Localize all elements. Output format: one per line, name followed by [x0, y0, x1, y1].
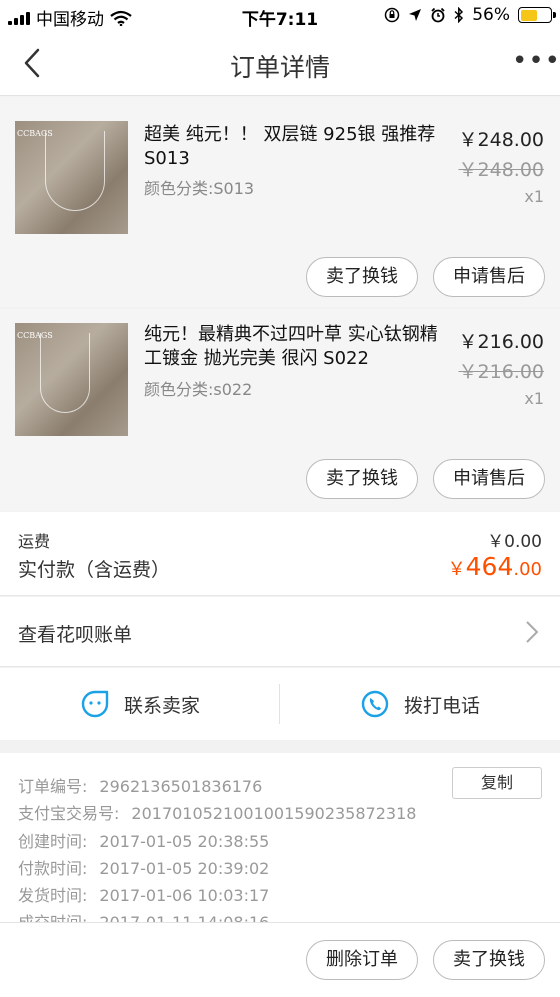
- original-price: ￥216.00: [458, 361, 544, 383]
- paid-currency: ￥: [447, 559, 466, 580]
- product-price: ￥216.00: [458, 331, 544, 353]
- info-label: 创建时间:: [18, 832, 88, 851]
- after-sale-button[interactable]: 申请售后: [433, 257, 545, 297]
- product-title[interactable]: 纯元！最精典不过四叶草 实心钛钢精工镀金 抛光完美 很闪 S022: [144, 323, 444, 371]
- paid-decimal: .00: [513, 559, 542, 580]
- rotation-lock-icon: [384, 7, 400, 23]
- quantity: x1: [524, 389, 544, 408]
- bluetooth-icon: [454, 7, 464, 23]
- huabei-bill-row[interactable]: 查看花呗账单: [0, 597, 560, 667]
- shipping-value: ￥0.00: [487, 532, 542, 552]
- contact-bar: 联系卖家 拨打电话: [0, 668, 560, 740]
- more-options-icon[interactable]: •••: [512, 48, 560, 76]
- alipay-trade-number: 2017010521001001590235872318: [131, 804, 417, 823]
- order-item: CCBAGS 超美 纯元！！ 双层链 925银 强推荐 S013 颜色分类:S0…: [0, 97, 560, 307]
- payment-summary: 运费 ￥0.00 实付款（含运费） ￥464.00: [0, 512, 560, 596]
- sell-for-cash-button[interactable]: 卖了换钱: [306, 459, 418, 499]
- page-title: 订单详情: [229, 53, 330, 82]
- product-sku: 颜色分类:s022: [144, 380, 253, 399]
- product-title[interactable]: 超美 纯元！！ 双层链 925银 强推荐 S013: [144, 123, 444, 171]
- battery-icon: [518, 7, 556, 23]
- contact-seller-label: 联系卖家: [123, 694, 200, 717]
- call-phone-button[interactable]: 拨打电话: [280, 668, 560, 740]
- order-info-section: 订单编号: 2962136501836176 复制 支付宝交易号: 20170105…: [0, 753, 560, 923]
- order-item: CCBAGS 纯元！最精典不过四叶草 实心钛钢精工镀金 抛光完美 很闪 S022…: [0, 309, 560, 511]
- product-image[interactable]: CCBAGS: [15, 121, 128, 234]
- paid-integer: 464: [465, 552, 514, 581]
- necklace-graphic: [45, 131, 105, 211]
- after-sale-button[interactable]: 申请售后: [433, 459, 545, 499]
- shipped-time-row: 发货时间: 2017-01-06 10:03:17: [18, 882, 269, 906]
- delete-order-button[interactable]: 删除订单: [306, 940, 418, 980]
- paid-time: 2017-01-05 20:39:02: [99, 859, 270, 878]
- chat-face-icon: [81, 690, 109, 718]
- copy-button[interactable]: 复制: [452, 767, 542, 799]
- quantity: x1: [524, 187, 544, 206]
- navigation-bar: 订单详情 •••: [0, 32, 560, 96]
- location-icon: [409, 9, 422, 21]
- contact-seller-button[interactable]: 联系卖家: [0, 668, 280, 740]
- original-price: ￥248.00: [458, 159, 544, 181]
- status-bar: 中国移动 下午7:11 56%: [0, 0, 560, 32]
- sell-for-cash-button[interactable]: 卖了换钱: [433, 940, 545, 980]
- created-time: 2017-01-05 20:38:55: [99, 832, 270, 851]
- created-time-row: 创建时间: 2017-01-05 20:38:55: [18, 828, 269, 852]
- call-phone-label: 拨打电话: [403, 694, 480, 717]
- info-label: 支付宝交易号:: [18, 804, 120, 823]
- paid-label: 实付款（含运费）: [18, 559, 171, 581]
- product-price: ￥248.00: [458, 129, 544, 151]
- necklace-graphic: [40, 333, 90, 413]
- alipay-trade-row: 支付宝交易号: 2017010521001001590235872318: [18, 800, 416, 824]
- phone-icon: [361, 690, 389, 718]
- info-label: 发货时间:: [18, 886, 88, 905]
- paid-amount: ￥464.00: [448, 552, 542, 581]
- bottom-action-bar: 删除订单 卖了换钱: [0, 922, 560, 997]
- shipping-label: 运费: [18, 532, 51, 551]
- product-sku: 颜色分类:S013: [144, 179, 255, 198]
- info-label: 付款时间:: [18, 859, 88, 878]
- completed-time-row: 成交时间: 2017-01-11 14:08:16: [18, 909, 269, 923]
- info-label: 订单编号:: [18, 777, 88, 796]
- product-image[interactable]: CCBAGS: [15, 323, 128, 436]
- paid-time-row: 付款时间: 2017-01-05 20:39:02: [18, 855, 269, 879]
- huabei-bill-label: 查看花呗账单: [18, 624, 133, 646]
- order-number-row: 订单编号: 2962136501836176: [18, 773, 262, 797]
- sell-for-cash-button[interactable]: 卖了换钱: [306, 257, 418, 297]
- shipped-time: 2017-01-06 10:03:17: [99, 886, 270, 905]
- battery-percent: 56%: [472, 5, 510, 25]
- chevron-right-icon: [526, 621, 539, 643]
- alarm-icon: [431, 7, 445, 23]
- order-number: 2962136501836176: [99, 777, 263, 796]
